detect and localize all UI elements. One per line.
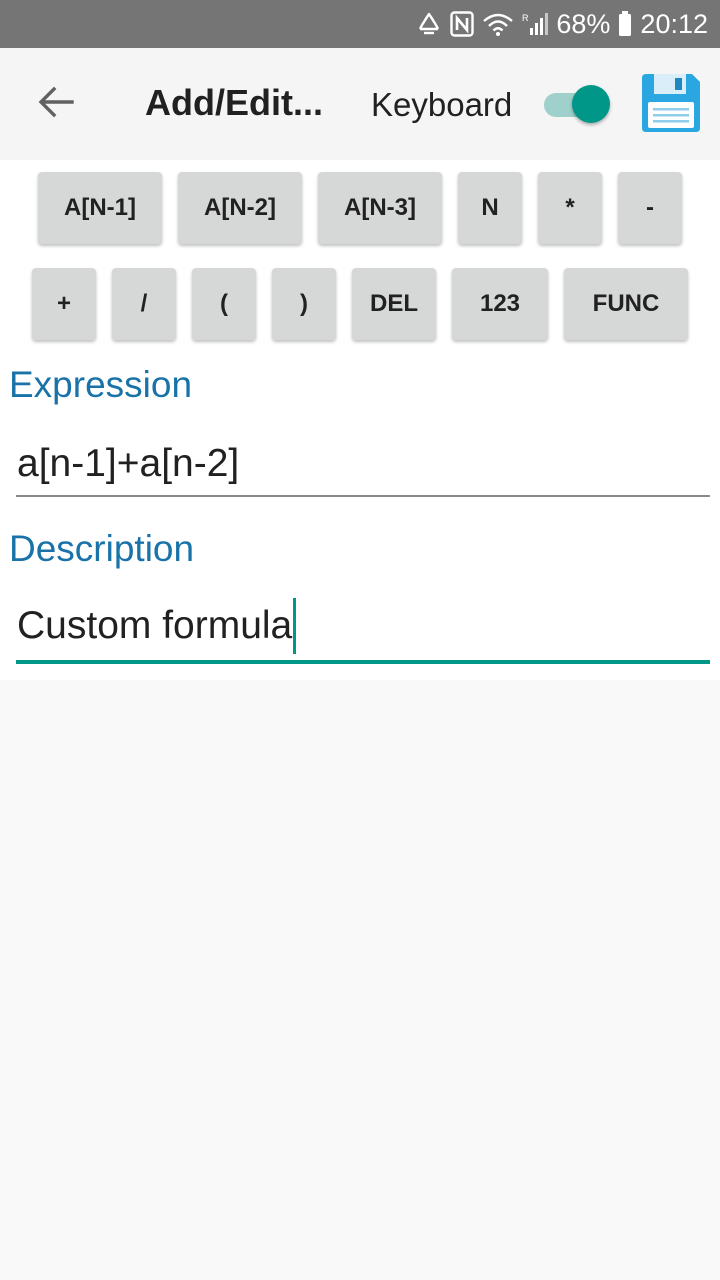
key-functions[interactable]: FUNC xyxy=(564,268,688,340)
description-label: Description xyxy=(9,528,195,569)
keyboard-toggle[interactable] xyxy=(542,82,612,126)
key-delete[interactable]: DEL xyxy=(352,268,436,340)
key-a-n-3[interactable]: A[N-3] xyxy=(318,172,442,244)
keyboard-label: Keyboard xyxy=(371,86,513,123)
key-n[interactable]: N xyxy=(458,172,522,244)
key-minus[interactable]: - xyxy=(618,172,682,244)
expression-label: Expression xyxy=(9,364,193,405)
description-value: Custom formula xyxy=(17,604,293,647)
signal-icon: R xyxy=(522,12,549,36)
wifi-icon xyxy=(482,12,514,36)
key-a-n-1[interactable]: A[N-1] xyxy=(38,172,162,244)
back-arrow-icon xyxy=(38,86,74,123)
text-cursor xyxy=(293,598,297,654)
page-title: Add/Edit... xyxy=(145,82,323,123)
expression-underline xyxy=(16,495,710,497)
description-field[interactable]: Custom formula xyxy=(16,594,710,666)
status-bar: R 68% 20:12 xyxy=(0,0,720,48)
battery-percent: 68% xyxy=(556,8,611,39)
key-numeric[interactable]: 123 xyxy=(452,268,548,340)
key-close-paren[interactable]: ) xyxy=(272,268,336,340)
key-divide[interactable]: / xyxy=(112,268,176,340)
save-floppy-icon xyxy=(640,74,702,138)
app-bar: Add/Edit... Keyboard xyxy=(0,48,720,160)
svg-text:R: R xyxy=(522,13,529,23)
key-plus[interactable]: + xyxy=(32,268,96,340)
description-text-row: Custom formula xyxy=(17,598,297,654)
status-icons: R 68% 20:12 xyxy=(416,0,708,48)
key-multiply[interactable]: * xyxy=(538,172,602,244)
clock: 20:12 xyxy=(640,8,708,39)
key-a-n-2[interactable]: A[N-2] xyxy=(178,172,302,244)
battery-icon xyxy=(618,11,632,37)
nfc-icon xyxy=(450,11,475,37)
save-button[interactable] xyxy=(640,72,702,134)
editor-panel: A[N-1] A[N-2] A[N-3] N * - + / ( ) DEL 1… xyxy=(0,160,720,680)
description-underline xyxy=(16,660,710,664)
expression-field[interactable]: a[n-1]+a[n-2] xyxy=(16,430,710,498)
expression-value: a[n-1]+a[n-2] xyxy=(17,442,240,485)
recycle-icon xyxy=(416,12,442,36)
toggle-thumb xyxy=(572,85,610,123)
back-button[interactable] xyxy=(28,80,84,128)
key-open-paren[interactable]: ( xyxy=(192,268,256,340)
